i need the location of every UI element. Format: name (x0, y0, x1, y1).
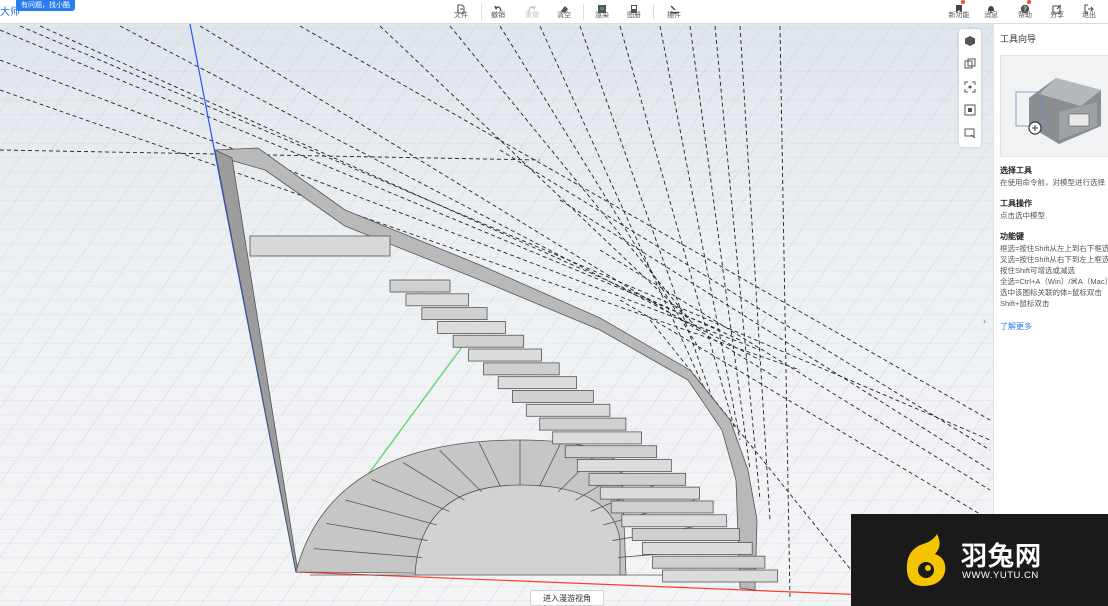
watermark-brand-url: WWW.YUTU.CN (962, 570, 1039, 581)
stair-step (512, 390, 594, 403)
stair-step (525, 403, 611, 417)
panel-title: 工具向导 (1000, 34, 1037, 44)
stair-step (552, 431, 642, 445)
shortcut-line: 选中该图标关联的体=鼠标双击 (1000, 288, 1102, 297)
toolbar-redo-label: 重做 (525, 12, 539, 19)
stair-step (483, 362, 560, 376)
walk-view-button[interactable]: 进入漫游视角 (530, 590, 604, 606)
toolbar-exit-button[interactable]: 退出 (1074, 0, 1104, 24)
toolbar-share-button[interactable]: 分享 (1042, 0, 1072, 24)
section-text-select-tool: 在使用命令前，对模型进行选择 (1000, 178, 1105, 187)
stair-top-step (249, 235, 391, 257)
app-window: 大师 有问题，找小酷 文件 撤销 重做 清空 渲染 图册 插件 新功能 消息 ?… (0, 0, 1108, 606)
stair-step (437, 321, 506, 334)
stair-step (631, 528, 740, 541)
stair-step (564, 445, 658, 459)
album-icon (629, 1, 639, 13)
share-icon (1052, 1, 1062, 14)
notification-dot (1027, 0, 1031, 4)
help-chat-button[interactable]: 有问题，找小酷 (16, 0, 75, 11)
stair-step (539, 417, 627, 431)
render-icon (597, 1, 607, 13)
toolbar-message-button[interactable]: 消息 (976, 0, 1006, 24)
toolbar-redo-button[interactable]: 重做 (517, 0, 547, 24)
camera-icon[interactable] (959, 121, 981, 144)
watermark: 羽兔网 WWW.YUTU.CN (851, 514, 1108, 606)
view-cube-icon[interactable] (959, 29, 981, 52)
perspective-icon[interactable] (959, 52, 981, 75)
shortcut-line: 全选=Ctrl+A（Win）/⌘A（Mac） (1000, 277, 1108, 286)
learn-more-link[interactable]: 了解更多 (1000, 321, 1032, 332)
eraser-icon (559, 1, 569, 13)
toolbar-album-button[interactable]: 图册 (619, 0, 649, 24)
section-heading-shortcut-keys: 功能键 (1000, 232, 1024, 241)
stair-step (599, 486, 700, 500)
section-heading-select-tool: 选择工具 (1000, 166, 1032, 175)
file-icon (456, 1, 466, 14)
toolbar-render-button[interactable]: 渲染 (587, 0, 617, 24)
stair-step (588, 472, 687, 486)
stair-step (468, 348, 542, 362)
stair-step (662, 569, 778, 583)
bookmark-icon (954, 0, 965, 13)
stair-step (621, 514, 727, 528)
tool-preview-image (1000, 55, 1108, 157)
stair-step (576, 459, 672, 472)
shortcut-line: Shift+鼠标双击 (1000, 299, 1050, 308)
view-tools (959, 29, 981, 147)
stair-step (405, 293, 469, 307)
toolbar-divider (583, 4, 584, 20)
rabbit-logo-icon (906, 534, 946, 586)
notification-dot (961, 0, 965, 4)
stair-step (652, 555, 766, 569)
toolbar-help-button[interactable]: ? 帮助 (1010, 0, 1040, 24)
toolbar-divider (653, 4, 654, 20)
scene-canvas[interactable] (0, 24, 993, 606)
toolbar-plugin-button[interactable]: 插件 (659, 0, 689, 24)
stair-step (497, 376, 577, 390)
panel-collapse-chevron[interactable]: › (983, 316, 986, 326)
toolbar-undo-button[interactable]: 撤销 (483, 0, 513, 24)
stair-step (421, 307, 488, 321)
stair-step (389, 279, 451, 293)
top-toolbar: 大师 有问题，找小酷 文件 撤销 重做 清空 渲染 图册 插件 新功能 消息 ?… (0, 0, 1108, 24)
stair-step (642, 541, 753, 555)
shortcut-line: 框选=按住Shift从左上到右下框选 (1000, 244, 1108, 253)
fullscreen-icon[interactable] (959, 98, 981, 121)
redo-icon (527, 1, 537, 12)
toolbar-file-button[interactable]: 文件 (446, 0, 476, 24)
section-text-tool-operation: 点击选中模型 (1000, 211, 1045, 220)
3d-viewport[interactable] (0, 24, 993, 606)
fit-view-icon[interactable] (959, 75, 981, 98)
watermark-brand-cn: 羽兔网 (961, 541, 1043, 571)
svg-text:?: ? (1023, 6, 1027, 14)
toolbar-new-feature-button[interactable]: 新功能 (944, 0, 974, 24)
stair-step (610, 500, 714, 514)
section-heading-tool-operation: 工具操作 (1000, 199, 1032, 208)
plugin-icon (669, 1, 679, 14)
shortcut-line: 按住Shift可增选或减选 (1000, 266, 1076, 275)
shortcut-line: 叉选=按住Shift从右下到左上框选 (1000, 255, 1108, 264)
stair-step (452, 334, 525, 348)
help-icon: ? (1020, 0, 1031, 14)
bell-icon (986, 1, 996, 13)
toolbar-divider (481, 4, 482, 20)
exit-icon (1084, 1, 1094, 14)
toolbar-clear-button[interactable]: 清空 (549, 0, 579, 24)
undo-icon (493, 1, 503, 12)
